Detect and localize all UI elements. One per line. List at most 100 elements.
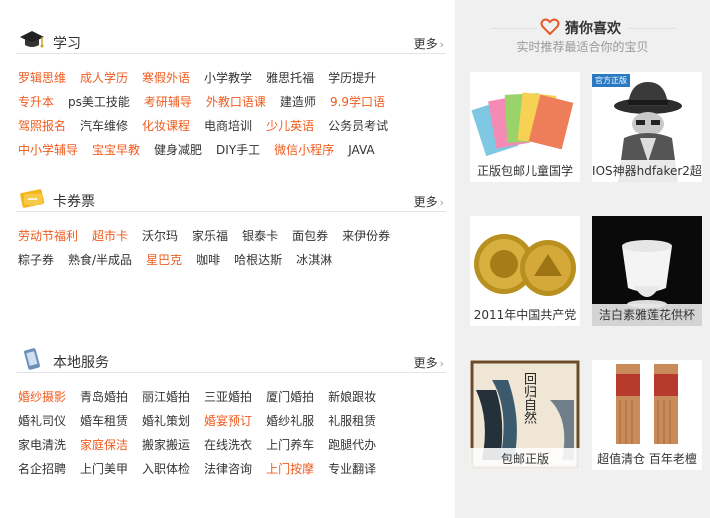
category-link[interactable]: 青岛婚拍 — [80, 385, 128, 409]
category-link[interactable]: 法律咨询 — [204, 457, 252, 481]
category-link[interactable]: 婚礼司仪 — [18, 409, 66, 433]
section-header: 学习 更多 › — [16, 28, 446, 54]
link-row: 劳动节福利 超市卡 沃尔玛 家乐福 银泰卡 面包券 来伊份券 — [18, 224, 448, 248]
category-link[interactable]: ps美工技能 — [68, 90, 130, 114]
category-link[interactable]: 家乐福 — [192, 224, 228, 248]
category-link[interactable]: 健身减肥 — [154, 138, 202, 162]
more-link[interactable]: 更多 › — [414, 193, 444, 210]
divider-line — [629, 28, 675, 29]
category-link[interactable]: 上门美甲 — [80, 457, 128, 481]
section-header: 卡券票 更多 › — [16, 186, 446, 212]
category-link[interactable]: 劳动节福利 — [18, 224, 78, 248]
category-link[interactable]: 学历提升 — [328, 66, 376, 90]
category-link[interactable]: 婚宴预订 — [204, 409, 252, 433]
category-link[interactable]: 咖啡 — [196, 248, 220, 272]
category-link[interactable]: 超市卡 — [92, 224, 128, 248]
ticket-icon — [20, 189, 45, 208]
category-link[interactable]: 建造师 — [280, 90, 316, 114]
category-link[interactable]: 专业翻译 — [328, 457, 376, 481]
section-title: 卡券票 — [53, 194, 95, 210]
graduation-cap-icon — [20, 31, 44, 48]
guess-subtitle: 实时推荐最适合你的宝贝 — [516, 40, 649, 54]
category-link[interactable]: 新娘跟妆 — [328, 385, 376, 409]
category-link[interactable]: 公务员考试 — [328, 114, 388, 138]
category-link[interactable]: 小学教学 — [204, 66, 252, 90]
category-link[interactable]: 婚车租赁 — [80, 409, 128, 433]
guess-title: 猜你喜欢 — [565, 21, 621, 37]
category-link[interactable]: 入职体检 — [142, 457, 190, 481]
guess-you-like-panel: 猜你喜欢 实时推荐最适合你的宝贝 正版包邮儿童国学 官方正版 IOS神器hdfa… — [455, 0, 710, 518]
category-link[interactable]: 丽江婚拍 — [142, 385, 190, 409]
link-row: 罗辑思维 成人学历 寒假外语 小学教学 雅思托福 学历提升 — [18, 66, 448, 90]
category-link[interactable]: 考研辅导 — [144, 90, 192, 114]
more-label: 更多 — [413, 356, 438, 370]
category-link[interactable]: 星巴克 — [146, 248, 182, 272]
product-card[interactable]: 超值清仓 百年老檀 — [592, 360, 702, 470]
product-caption: 2011年中国共产党 — [470, 304, 580, 326]
product-caption: 超值清仓 百年老檀 — [592, 448, 702, 470]
category-link[interactable]: 化妆课程 — [142, 114, 190, 138]
chevron-right-icon: › — [439, 196, 444, 209]
category-link[interactable]: 雅思托福 — [266, 66, 314, 90]
category-link[interactable]: 专升本 — [18, 90, 54, 114]
category-link[interactable]: 家电清洗 — [18, 433, 66, 457]
product-caption: IOS神器hdfaker2超 — [592, 160, 702, 182]
product-card[interactable]: 洁白素雅莲花供杯 — [592, 216, 702, 326]
category-link[interactable]: 哈根达斯 — [234, 248, 282, 272]
link-row: 中小学辅导 宝宝早教 健身减肥 DIY手工 微信小程序 JAVA — [18, 138, 448, 162]
category-link[interactable]: 罗辑思维 — [18, 66, 66, 90]
category-link[interactable]: 电商培训 — [204, 114, 252, 138]
link-row: 家电清洗 家庭保洁 搬家搬运 在线洗衣 上门养车 跑腿代办 — [18, 433, 448, 457]
link-row: 名企招聘 上门美甲 入职体检 法律咨询 上门按摩 专业翻译 — [18, 457, 448, 481]
category-link[interactable]: 面包券 — [292, 224, 328, 248]
category-link[interactable]: 粽子券 — [18, 248, 54, 272]
more-label: 更多 — [413, 195, 438, 209]
category-link[interactable]: 9.9学口语 — [330, 90, 385, 114]
category-link[interactable]: 厦门婚拍 — [266, 385, 314, 409]
product-card[interactable]: 官方正版 IOS神器hdfaker2超 — [592, 72, 702, 182]
category-link[interactable]: 家庭保洁 — [80, 433, 128, 457]
product-caption: 包邮正版 — [470, 448, 580, 470]
category-panel: 学习 更多 › 罗辑思维 成人学历 寒假外语 小学教学 雅思托福 学历提升 专升本 ps美工技能… — [0, 0, 455, 518]
category-link[interactable]: 名企招聘 — [18, 457, 66, 481]
category-link[interactable]: 外教口语课 — [206, 90, 266, 114]
category-link[interactable]: 寒假外语 — [142, 66, 190, 90]
book-cover-text: 回归自然 — [521, 372, 536, 424]
category-link[interactable]: 婚礼策划 — [142, 409, 190, 433]
category-link[interactable]: 汽车维修 — [80, 114, 128, 138]
more-label: 更多 — [413, 37, 438, 51]
category-link[interactable]: 婚纱礼服 — [266, 409, 314, 433]
link-row: 驾照报名 汽车维修 化妆课程 电商培训 少儿英语 公务员考试 — [18, 114, 448, 138]
link-grid: 罗辑思维 成人学历 寒假外语 小学教学 雅思托福 学历提升 专升本 ps美工技能 考研辅导 外教口… — [18, 66, 448, 162]
category-link[interactable]: 婚纱摄影 — [18, 385, 66, 409]
category-link[interactable]: 冰淇淋 — [296, 248, 332, 272]
category-link[interactable]: 微信小程序 — [274, 138, 334, 162]
product-card[interactable]: 回归自然 包邮正版 — [470, 360, 580, 470]
category-link[interactable]: DIY手工 — [216, 138, 260, 162]
category-link[interactable]: 中小学辅导 — [18, 138, 78, 162]
official-badge: 官方正版 — [592, 74, 630, 87]
category-link[interactable]: 搬家搬运 — [142, 433, 190, 457]
category-link[interactable]: 沃尔玛 — [142, 224, 178, 248]
product-card[interactable]: 2011年中国共产党 — [470, 216, 580, 326]
category-link[interactable]: 来伊份券 — [342, 224, 390, 248]
link-grid: 婚纱摄影 青岛婚拍 丽江婚拍 三亚婚拍 厦门婚拍 新娘跟妆婚礼司仪 婚车租赁 婚礼策划 婚宴预订… — [18, 385, 448, 481]
product-card[interactable]: 正版包邮儿童国学 — [470, 72, 580, 182]
category-link[interactable]: JAVA — [348, 138, 374, 162]
category-link[interactable]: 礼服租赁 — [328, 409, 376, 433]
category-link[interactable]: 银泰卡 — [242, 224, 278, 248]
category-link[interactable]: 驾照报名 — [18, 114, 66, 138]
category-link[interactable]: 宝宝早教 — [92, 138, 140, 162]
category-link[interactable]: 少儿英语 — [266, 114, 314, 138]
more-link[interactable]: 更多 › — [414, 354, 444, 371]
category-link[interactable]: 跑腿代办 — [328, 433, 376, 457]
more-link[interactable]: 更多 › — [414, 35, 444, 52]
category-link[interactable]: 成人学历 — [80, 66, 128, 90]
category-link[interactable]: 三亚婚拍 — [204, 385, 252, 409]
category-link[interactable]: 上门按摩 — [266, 457, 314, 481]
link-row: 粽子券 熟食/半成品 星巴克 咖啡 哈根达斯 冰淇淋 — [18, 248, 448, 272]
category-link[interactable]: 上门养车 — [266, 433, 314, 457]
category-link[interactable]: 熟食/半成品 — [68, 248, 132, 272]
category-link[interactable]: 在线洗衣 — [204, 433, 252, 457]
chevron-right-icon: › — [439, 357, 444, 370]
